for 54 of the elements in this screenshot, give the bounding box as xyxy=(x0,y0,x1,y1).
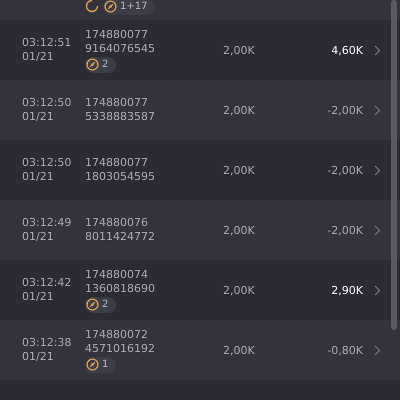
time-text: 03:12:50 xyxy=(22,96,72,110)
bet-id: 5338883587 xyxy=(85,110,155,124)
count-badge: 1+17 xyxy=(103,0,156,14)
date-text: 01/21 xyxy=(22,290,55,304)
bet-id: 1360818690 xyxy=(85,282,155,296)
bet-id: 1803054595 xyxy=(85,170,155,184)
scrollbar[interactable] xyxy=(391,0,397,330)
chevron-icon xyxy=(374,164,381,176)
time-text: 03:12:50 xyxy=(22,156,72,170)
win-amount: -2,00K xyxy=(326,164,363,176)
bet-amount: 2,00K xyxy=(223,104,256,116)
bet-id: 4571016192 xyxy=(85,342,155,356)
chevron-icon xyxy=(374,104,381,116)
bet-id: 8011424772 xyxy=(85,230,155,244)
bet-id: 9164076545 xyxy=(85,42,155,56)
round-id: 174880072 xyxy=(85,328,148,342)
time-text: 03:12:49 xyxy=(22,216,72,230)
bet-amount: 2,00K xyxy=(223,224,256,236)
chevron-icon xyxy=(374,284,381,296)
chevron-icon xyxy=(374,344,381,356)
date-text: 01/21 xyxy=(22,50,55,64)
date-text: 01/21 xyxy=(22,170,55,184)
bet-amount: 2,00K xyxy=(223,44,256,56)
chevron-icon xyxy=(374,44,381,56)
date-text: 01/21 xyxy=(22,350,55,364)
count-badge: 2 xyxy=(85,296,116,312)
win-amount: 4,60K xyxy=(330,44,363,56)
win-amount: -2,00K xyxy=(326,104,363,116)
date-text: 01/21 xyxy=(22,110,55,124)
coin-icon xyxy=(86,358,99,371)
time-text: 03:12:42 xyxy=(22,276,72,290)
coin-icon xyxy=(86,58,99,71)
coin-icon xyxy=(104,0,117,13)
round-id: 174880077 xyxy=(85,156,148,170)
win-amount: 2,90K xyxy=(330,284,363,296)
win-amount: -2,00K xyxy=(326,224,363,236)
history-row[interactable]: 03:12:38 01/21 174880072 4571016192 1 2,00K -0,80K xyxy=(0,320,400,380)
count-badge: 1 xyxy=(85,356,116,372)
count-badge: 2 xyxy=(85,56,116,72)
date-text: 01/21 xyxy=(22,230,55,244)
round-id: 174880076 xyxy=(85,216,148,230)
time-text: 03:12:38 xyxy=(22,336,72,350)
bet-amount: 2,00K xyxy=(223,164,256,176)
round-id: 174880077 xyxy=(85,28,148,42)
history-row[interactable]: 03:12:49 01/21 174880076 8011424772 2,00K -2,00K xyxy=(0,200,400,260)
time-text: 03:12:51 xyxy=(22,36,72,50)
coin-icon xyxy=(86,298,99,311)
bet-amount: 2,00K xyxy=(223,284,256,296)
win-amount: -0,80K xyxy=(326,344,363,356)
round-id: 174880074 xyxy=(85,268,148,282)
bet-amount: 2,00K xyxy=(223,344,256,356)
chevron-icon xyxy=(374,224,381,236)
history-row[interactable]: 03:12:50 01/21 174880077 5338883587 2,00K -2,00K xyxy=(0,80,400,140)
round-id: 174880077 xyxy=(85,96,148,110)
